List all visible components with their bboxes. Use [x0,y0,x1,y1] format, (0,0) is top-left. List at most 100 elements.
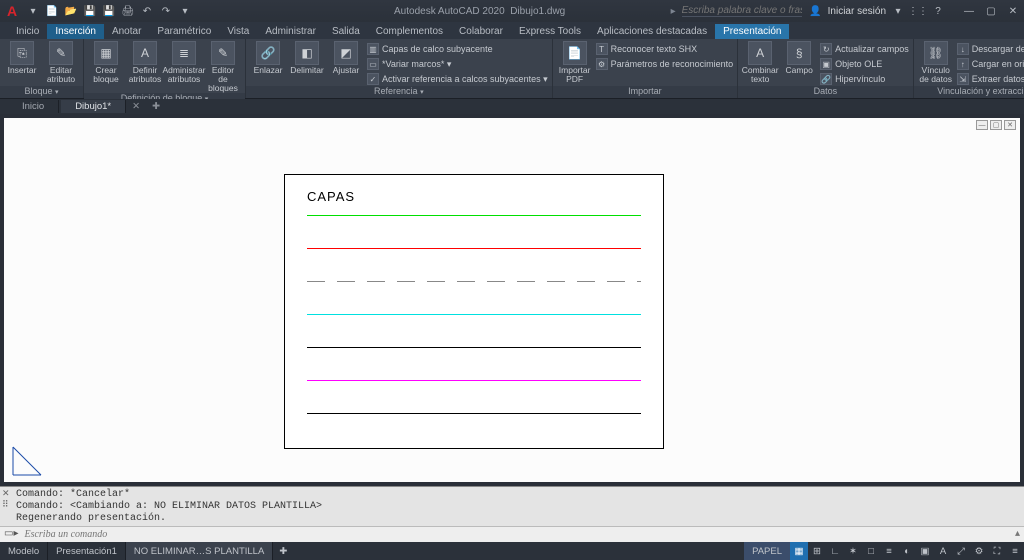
ribbon-tab-inicio[interactable]: Inicio [8,24,47,39]
ribbon-item-par-metros-de-reconocimiento[interactable]: ⚙Parámetros de reconocimiento [596,57,734,71]
file-tab-dibujo1-[interactable]: Dibujo1* [61,100,126,113]
ribbon-button-importar-pdf[interactable]: 📄ImportarPDF [557,41,593,84]
ribbon-tab-anotar[interactable]: Anotar [104,24,149,39]
space-toggle[interactable]: PAPEL [744,542,790,560]
apps-icon[interactable]: ⋮⋮ [910,3,926,19]
file-tab-add-icon[interactable]: ✚ [146,101,166,112]
ribbon-item--variar-marcos-[interactable]: ▭*Variar marcos* ▾ [367,57,548,71]
redo-icon[interactable]: ↷ [157,2,175,20]
file-tab-close-icon[interactable]: ✕ [128,101,144,112]
file-tab-inicio[interactable]: Inicio [8,100,59,113]
layer-line [307,281,641,282]
annoscale-icon[interactable]: A [934,542,952,560]
layout-tab-presentaci-n1[interactable]: Presentación1 [48,542,126,560]
layout-add-icon[interactable]: ✚ [273,542,293,560]
capas-de-calco-subyacente-icon: ▥ [367,43,379,55]
selection-icon[interactable]: ▣ [916,542,934,560]
ribbon-tab-inserción[interactable]: Inserción [47,24,104,39]
insertar-icon: ⎘ [10,41,34,65]
help-icon[interactable]: ? [930,3,946,19]
panel-title[interactable]: Importar [553,86,738,98]
ribbon-tab-aplicaciones-destacadas[interactable]: Aplicaciones destacadas [589,24,715,39]
user-icon[interactable]: 👤 [808,3,824,19]
grid-icon[interactable]: ▦ [790,542,808,560]
ribbon-button-vínculo-de-datos[interactable]: ⛓Vínculode datos [918,41,954,84]
vp-min-icon[interactable]: — [976,120,988,130]
ribbon-item-hiperv-nculo[interactable]: 🔗Hipervínculo [820,72,909,86]
help-search[interactable]: ▸ [671,5,802,17]
ribbon-button-combinar-texto[interactable]: ACombinartexto [742,41,778,84]
drawing-area[interactable]: — ▢ ✕ CAPAS [0,114,1024,486]
vp-close-icon[interactable]: ✕ [1004,120,1016,130]
ribbon-tabs: InicioInserciónAnotarParamétricoVistaAdm… [0,22,1024,39]
cargar-en-origen-icon: ↑ [957,58,969,70]
new-icon[interactable]: 📄 [43,2,61,20]
transparency-icon[interactable]: ◐ [898,542,916,560]
ribbon-tab-vista[interactable]: Vista [219,24,257,39]
save-icon[interactable]: 💾 [81,2,99,20]
ribbon-item-extraer-datos[interactable]: ⇲Extraer datos [957,72,1024,86]
qat-menu-icon[interactable]: ▾ [24,2,42,20]
panel-title[interactable]: Datos [738,86,913,98]
ribbon-button-campo[interactable]: §Campo [781,41,817,75]
plot-icon[interactable]: 🖨 [119,2,137,20]
ribbon-tab-presentación[interactable]: Presentación [715,24,789,39]
ribbon-tab-express-tools[interactable]: Express Tools [511,24,589,39]
panel-title[interactable]: Bloque [0,86,83,98]
par-metros-de-reconocimiento-icon: ⚙ [596,58,608,70]
vp-max-icon[interactable]: ▢ [990,120,1002,130]
ribbon-button-enlazar[interactable]: 🔗Enlazar [250,41,286,75]
cmd-expand-icon[interactable]: ▴ [1015,529,1020,541]
ribbon-item-cargar-en-origen[interactable]: ↑Cargar en origen [957,57,1024,71]
ribbon-button-insertar[interactable]: ⎘Insertar [4,41,40,75]
panel-title[interactable]: Vinculación y extracción [914,86,1024,98]
ribbon-button-delimitar[interactable]: ◧Delimitar [289,41,325,75]
ribbon-item-activar-referencia-a-calcos-subyacentes[interactable]: ✓Activar referencia a calcos subyacentes… [367,72,548,86]
gear-icon[interactable]: ⚙ [970,542,988,560]
ribbon-tab-salida[interactable]: Salida [324,24,368,39]
layout-tab-modelo[interactable]: Modelo [0,542,48,560]
ribbon-button-definir-atributos[interactable]: ADefiniratributos [127,41,163,84]
drawing-title: CAPAS [307,189,355,204]
dropdown-icon[interactable]: ▾ [890,3,906,19]
ribbon-item-objeto-ole[interactable]: ▣Objeto OLE [820,57,909,71]
ribbon-tab-complementos[interactable]: Complementos [368,24,451,39]
qat-more-icon[interactable]: ▾ [176,2,194,20]
polar-icon[interactable]: ✶ [844,542,862,560]
definir-atributos-icon: A [133,41,157,65]
ribbon-item-reconocer-texto-shx[interactable]: TReconocer texto SHX [596,42,734,56]
ribbon-tab-paramétrico[interactable]: Paramétrico [149,24,219,39]
signin-label[interactable]: Iniciar sesión [828,6,886,17]
layout-tab-no-eliminar-s-plantilla[interactable]: NO ELIMINAR…S PLANTILLA [126,542,273,560]
ribbon-item-descargar-de-origen[interactable]: ↓Descargar de origen [957,42,1024,56]
ribbon-button-editor-de-bloques[interactable]: ✎Editorde bloques [205,41,241,93]
ribbon-item-actualizar-campos[interactable]: ↻Actualizar campos [820,42,909,56]
layer-line [307,413,641,414]
ribbon-button-administrar-atributos[interactable]: ≣Administraratributos [166,41,202,84]
ribbon: ⎘Insertar✎Editaratributo Bloque ▦Crearblo… [0,39,1024,99]
ribbon-tab-administrar[interactable]: Administrar [257,24,324,39]
paper-space[interactable]: — ▢ ✕ CAPAS [4,118,1020,482]
osnap-icon[interactable]: □ [862,542,880,560]
open-icon[interactable]: 📂 [62,2,80,20]
cmd-handle-icon[interactable]: ⠿ [2,499,9,511]
command-input[interactable] [24,529,1009,540]
ortho-icon[interactable]: ∟ [826,542,844,560]
minimize-button[interactable]: — [958,2,980,20]
customize-icon[interactable]: ≡ [1006,542,1024,560]
close-button[interactable]: ✕ [1002,2,1024,20]
fullscreen-icon[interactable]: ⛶ [988,542,1006,560]
ribbon-button-crear-bloque[interactable]: ▦Crearbloque [88,41,124,84]
panel-title[interactable]: Referencia [246,86,552,98]
saveas-icon[interactable]: 💾 [100,2,118,20]
scale-icon[interactable]: ⤢ [952,542,970,560]
maximize-button[interactable]: ▢ [980,2,1002,20]
ribbon-tab-colaborar[interactable]: Colaborar [451,24,511,39]
undo-icon[interactable]: ↶ [138,2,156,20]
ribbon-item-capas-de-calco-subyacente[interactable]: ▥Capas de calco subyacente [367,42,548,56]
ribbon-button-editar-atributo[interactable]: ✎Editaratributo [43,41,79,84]
search-input[interactable] [682,5,802,17]
lineweight-icon[interactable]: ≡ [880,542,898,560]
snap-icon[interactable]: ⊞ [808,542,826,560]
ribbon-button-ajustar[interactable]: ◩Ajustar [328,41,364,75]
